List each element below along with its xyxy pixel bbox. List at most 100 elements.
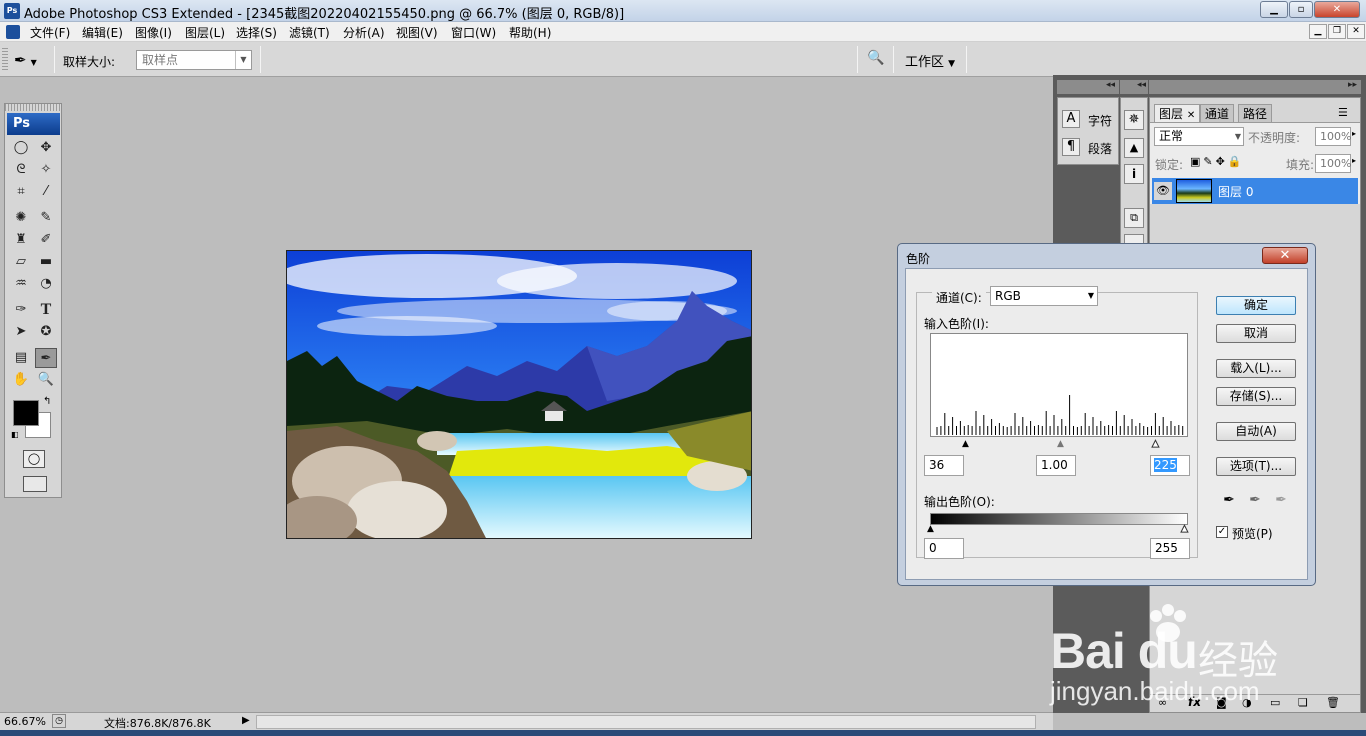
dock-collapse-bar[interactable]: ◂◂: [1120, 80, 1148, 94]
load-button[interactable]: 载入(L)...: [1216, 359, 1296, 378]
input-gamma-field[interactable]: 1.00: [1036, 455, 1076, 476]
blur-tool-icon[interactable]: ♒: [10, 274, 32, 294]
save-button[interactable]: 存储(S)...: [1216, 387, 1296, 406]
character-panel-label[interactable]: 字符: [1088, 112, 1112, 129]
ok-button[interactable]: 确定: [1216, 296, 1296, 315]
foreground-color-swatch-front[interactable]: [13, 400, 39, 426]
menu-edit[interactable]: 编辑(E): [82, 24, 123, 41]
close-icon[interactable]: ✕: [1187, 110, 1195, 121]
info-icon[interactable]: i: [1124, 164, 1144, 184]
menu-filter[interactable]: 滤镜(T): [289, 24, 330, 41]
tab-paths[interactable]: 路径: [1238, 104, 1273, 122]
menu-help[interactable]: 帮助(H): [509, 24, 551, 41]
history-brush-tool-icon[interactable]: ✐: [35, 230, 57, 250]
swap-colors-icon[interactable]: ↰: [43, 396, 51, 407]
layer-name[interactable]: 图层 0: [1218, 183, 1253, 200]
chevron-right-icon[interactable]: ▸: [1352, 156, 1356, 165]
healing-brush-tool-icon[interactable]: ✺: [10, 208, 32, 228]
trash-icon[interactable]: 🗑: [1326, 696, 1340, 709]
auto-button[interactable]: 自动(A): [1216, 422, 1296, 441]
menu-file[interactable]: 文件(F): [30, 24, 70, 41]
eraser-tool-icon[interactable]: ▱: [10, 252, 32, 272]
workspace-menu[interactable]: 工作区 ▼: [905, 51, 955, 70]
panel-menu-icon[interactable]: ☰: [1338, 106, 1348, 119]
hand-tool-icon[interactable]: ✋: [10, 370, 32, 390]
output-black-slider[interactable]: ▲: [927, 524, 934, 534]
menu-select[interactable]: 选择(S): [236, 24, 277, 41]
history-icon[interactable]: ⧉: [1124, 208, 1144, 228]
new-group-icon[interactable]: ▭: [1270, 696, 1280, 709]
layer-row[interactable]: 👁 图层 0: [1152, 178, 1358, 204]
zoom-level[interactable]: 66.67%: [4, 715, 46, 728]
menu-view[interactable]: 视图(V): [396, 24, 438, 41]
document-canvas[interactable]: [286, 250, 752, 539]
white-eyedropper-icon[interactable]: ✒: [1272, 491, 1290, 509]
slice-tool-icon[interactable]: ⁄: [35, 182, 57, 202]
dock-collapse-bar[interactable]: ▸▸: [1149, 80, 1361, 94]
opacity-field[interactable]: 100%: [1315, 127, 1351, 146]
character-icon[interactable]: A: [1062, 110, 1080, 128]
options-button[interactable]: 选项(T)...: [1216, 457, 1296, 476]
input-white-slider[interactable]: ▲: [1152, 439, 1160, 450]
menu-analysis[interactable]: 分析(A): [343, 24, 385, 41]
screen-mode-icon[interactable]: [23, 476, 47, 492]
doc-minimize-button[interactable]: ▁: [1309, 24, 1327, 39]
status-icon[interactable]: ◷: [52, 714, 66, 728]
pen-tool-icon[interactable]: ✑: [10, 300, 32, 320]
lock-icons[interactable]: ▣✎✥🔒: [1190, 155, 1245, 168]
fill-field[interactable]: 100%: [1315, 154, 1351, 173]
type-tool-icon[interactable]: T: [35, 300, 57, 320]
output-white-slider[interactable]: ▲: [1181, 524, 1189, 535]
chevron-right-icon[interactable]: ▸: [1352, 129, 1356, 138]
input-black-slider[interactable]: ▲: [962, 439, 969, 449]
dodge-tool-icon[interactable]: ◔: [35, 274, 57, 294]
doc-restore-button[interactable]: ❐: [1328, 24, 1346, 39]
cancel-button[interactable]: 取消: [1216, 324, 1296, 343]
crop-tool-icon[interactable]: ⌗: [10, 182, 32, 202]
doc-close-button[interactable]: ✕: [1347, 24, 1365, 39]
sample-size-select[interactable]: 取样点 ▼: [136, 50, 252, 70]
channel-select[interactable]: RGB ▼: [990, 286, 1098, 306]
paragraph-panel-label[interactable]: 段落: [1088, 140, 1112, 157]
menu-window[interactable]: 窗口(W): [451, 24, 496, 41]
output-black-field[interactable]: 0: [924, 538, 964, 559]
zoom-tool-icon[interactable]: 🔍: [35, 370, 57, 390]
input-gamma-slider[interactable]: ▲: [1057, 439, 1064, 449]
marquee-tool-icon[interactable]: ◯: [10, 138, 32, 158]
notes-tool-icon[interactable]: ▤: [10, 348, 32, 368]
path-selection-tool-icon[interactable]: ➤: [10, 322, 32, 342]
black-eyedropper-icon[interactable]: ✒: [1220, 491, 1238, 509]
status-menu-arrow-icon[interactable]: ▶: [242, 715, 250, 726]
tab-layers[interactable]: 图层 ✕: [1154, 104, 1201, 122]
preview-checkbox[interactable]: ✓: [1216, 526, 1228, 538]
dock-collapse-bar[interactable]: ◂◂: [1057, 80, 1119, 94]
gray-eyedropper-icon[interactable]: ✒: [1246, 491, 1264, 509]
magic-wand-tool-icon[interactable]: ✧: [35, 160, 57, 180]
eye-icon[interactable]: 👁: [1154, 182, 1172, 200]
lasso-tool-icon[interactable]: ᘓ: [10, 160, 32, 180]
custom-shape-tool-icon[interactable]: ✪: [35, 322, 57, 342]
horizontal-scrollbar[interactable]: [256, 715, 1036, 729]
minimize-button[interactable]: ▁: [1260, 1, 1288, 18]
document-icon[interactable]: [6, 25, 20, 39]
input-white-field[interactable]: 225: [1150, 455, 1190, 476]
preview-label[interactable]: 预览(P): [1232, 525, 1273, 542]
input-black-field[interactable]: 36: [924, 455, 964, 476]
blend-mode-select[interactable]: 正常 ▼: [1154, 127, 1244, 146]
brush-tool-icon[interactable]: ✎: [35, 208, 57, 228]
histogram-icon[interactable]: ▲: [1124, 138, 1144, 158]
paragraph-icon[interactable]: ¶: [1062, 138, 1080, 156]
tool-preset-picker[interactable]: ✒ ▼: [14, 49, 50, 71]
default-colors-icon[interactable]: ◧: [11, 430, 19, 439]
navigator-icon[interactable]: ✵: [1124, 110, 1144, 130]
maximize-button[interactable]: ▫: [1289, 1, 1313, 18]
bridge-icon[interactable]: 🔍: [864, 50, 888, 70]
output-white-field[interactable]: 255: [1150, 538, 1190, 559]
eyedropper-tool-icon[interactable]: ✒: [35, 348, 57, 368]
tab-channels[interactable]: 通道: [1200, 104, 1235, 122]
close-window-button[interactable]: ✕: [1314, 1, 1360, 18]
new-layer-icon[interactable]: ❏: [1298, 696, 1308, 709]
menu-image[interactable]: 图像(I): [135, 24, 172, 41]
toolbox-grip[interactable]: [5, 104, 61, 111]
clone-stamp-tool-icon[interactable]: ♜: [10, 230, 32, 250]
